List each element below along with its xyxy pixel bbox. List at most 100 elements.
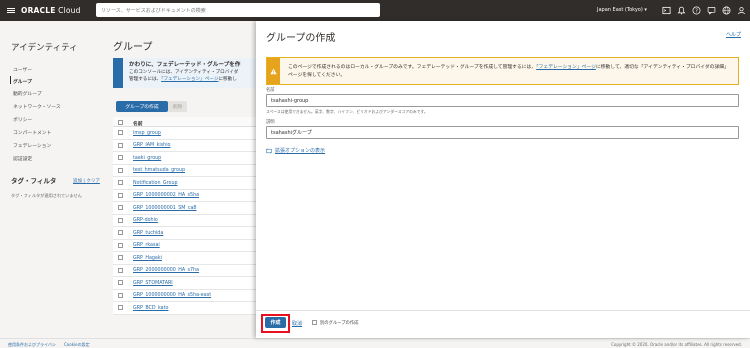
language-globe-icon[interactable] (721, 5, 731, 15)
description-label: 説明 (266, 120, 275, 125)
description-input[interactable]: tsahashiグループ (266, 126, 739, 139)
active-indicator (10, 76, 12, 84)
row-checkbox[interactable] (118, 192, 123, 198)
groups-table: 名前 imsp_group GRP_IAM_kishio taeki_groupte… (113, 117, 256, 315)
create-group-panel: グループの作成 ヘルプ このページで作成されるのはローカル・グループのみです。フ… (256, 21, 750, 338)
table-row: taeki_group (113, 152, 256, 165)
sidebar-item-groups[interactable]: グループ (13, 78, 32, 85)
create-button[interactable]: 作成 (265, 317, 286, 328)
row-checkbox[interactable] (118, 167, 123, 173)
cookie-settings-link[interactable]: Cookieの設定 (64, 342, 90, 348)
column-header-name[interactable]: 名前 (133, 120, 143, 127)
sidebar-item-users[interactable]: ユーザー (13, 66, 32, 73)
search-input[interactable]: リソース、サービスおよびドキュメントの検索 (96, 3, 380, 17)
row-checkbox[interactable] (118, 142, 123, 148)
info-banner-text-2: 管理するには、「フェデレーション」ページに移動し (129, 77, 237, 82)
group-name-link[interactable]: GRP_1000000000_HA_s5ha-east (133, 293, 211, 298)
table-row: GRP_1000000002_HA_s5ha (113, 190, 256, 202)
panel-footer: 作成 取消 別のグループの作成 (256, 310, 750, 338)
row-checkbox[interactable] (118, 255, 123, 260)
group-name-link[interactable]: GRP_2000000000_HA_s7ha (133, 268, 199, 273)
select-all-checkbox[interactable] (118, 119, 123, 125)
row-checkbox[interactable] (118, 292, 123, 298)
tag-filter-actions: 追加 | クリア (73, 179, 100, 184)
oracle-cloud-logo[interactable]: ORACLE Cloud (21, 6, 81, 15)
group-name-link[interactable]: test_hmatsuda_group (133, 168, 185, 173)
advanced-options-link[interactable]: 拡張オプションの表示 (266, 147, 325, 154)
sidebar-item-auth-settings[interactable]: 認証設定 (13, 155, 32, 162)
advanced-options-label: 拡張オプションの表示 (275, 148, 326, 154)
group-name-link[interactable]: GRP_1000000002_HA_s5ha (133, 193, 199, 198)
group-name-link[interactable]: GRP_BCD_kato (133, 306, 168, 311)
group-name-link[interactable]: GRP_rkasai (133, 243, 160, 248)
table-row: GRP_Hagaki (113, 252, 256, 265)
row-checkbox[interactable] (118, 180, 123, 185)
cloud-shell-icon[interactable] (661, 5, 671, 15)
create-group-button[interactable]: グループの作成 (116, 101, 168, 112)
warning-banner: このページで作成されるのはローカル・グループのみです。フェデレーテッド・グループ… (266, 57, 739, 85)
delete-button[interactable]: 削除 (168, 101, 187, 112)
name-label: 名前 (266, 88, 275, 93)
table-row: GRP_IAM_kishio (113, 140, 256, 152)
warning-icon (267, 58, 280, 84)
info-banner-text: このコンソールには、アイデンティティ・プロバイダ (129, 70, 239, 75)
table-row: imsp_group (113, 127, 256, 140)
group-name-link[interactable]: imsp_group (133, 131, 161, 136)
chat-icon[interactable] (706, 5, 716, 15)
name-input[interactable]: tsahashi-group (266, 94, 739, 107)
sidebar-item-compartments[interactable]: コンパートメント (13, 129, 51, 136)
row-checkbox[interactable] (118, 267, 123, 273)
sidebar-item-policies[interactable]: ポリシー (13, 116, 32, 123)
terms-link[interactable]: 使用条件およびプライバシ (8, 342, 56, 348)
group-name-link[interactable]: GRP_STOMATARI (133, 281, 173, 286)
table-row: GRP_STOMATARI (113, 277, 256, 290)
svg-text:?: ? (695, 8, 698, 14)
help-link[interactable]: ヘルプ (726, 31, 741, 38)
table-row: GRP_BCD_kato (113, 302, 256, 315)
table-row: GRP_tuchida (113, 227, 256, 240)
row-checkbox[interactable] (118, 280, 123, 285)
profile-icon[interactable] (736, 5, 746, 15)
table-row: GRP_rkasai (113, 240, 256, 252)
create-another-checkbox[interactable] (312, 319, 317, 325)
region-selector[interactable]: Japan East (Tokyo) ▾ (597, 7, 647, 13)
group-name-link[interactable]: Notification_Group (133, 181, 178, 186)
page-title: グループ (113, 42, 153, 53)
tag-filter-empty-text: タグ・フィルタが適用されていません (11, 193, 82, 198)
table-row: GRP_1000000000_HA_s5ha-east (113, 290, 256, 302)
notification-bell-icon[interactable] (676, 5, 686, 15)
group-name-link[interactable]: GRP_1000000001_SM_ca8 (133, 206, 196, 211)
top-navigation-bar: ORACLE Cloud リソース、サービスおよびドキュメントの検索 Japan… (0, 0, 750, 21)
table-row: Notification_Group (113, 177, 256, 190)
name-help-text: スペースは使用できません。英字、数字、ハイフン、ピリオドおよびアンダースコアのみ… (266, 109, 428, 114)
row-checkbox[interactable] (118, 242, 123, 248)
row-checkbox[interactable] (118, 217, 123, 223)
info-banner: かわりに、フェデレーテッド・グループを作 このコンソールには、アイデンティティ・… (113, 58, 256, 88)
help-icon[interactable]: ? (691, 5, 701, 15)
group-name-link[interactable]: GRP_tuchida (133, 231, 163, 236)
group-name-link[interactable]: GRP_IAM_kishio (133, 143, 171, 148)
sidebar-item-dynamic-groups[interactable]: 動的グループ (13, 90, 42, 97)
table-row: test_hmatsuda_group (113, 165, 256, 177)
federation-link[interactable]: 「フェデレーション」ページ (161, 77, 218, 82)
row-checkbox[interactable] (118, 155, 123, 160)
group-name-link[interactable]: taeki_group (133, 156, 161, 161)
copyright-text: Copyright © 2020, Oracle and/or its affi… (611, 341, 742, 347)
row-checkbox[interactable] (118, 205, 123, 210)
warning-federation-link[interactable]: 「フェデレーション」ページ (536, 65, 596, 70)
cancel-link[interactable]: 取消 (292, 320, 302, 327)
sidebar-item-network-sources[interactable]: ネットワーク・ソース (13, 103, 61, 110)
create-another-label: 別のグループの作成 (320, 321, 359, 326)
tag-filter-clear-link[interactable]: クリア (86, 179, 100, 184)
group-name-link[interactable]: GRP_Hagaki (133, 256, 162, 261)
row-checkbox[interactable] (118, 305, 123, 310)
panel-title: グループの作成 (266, 33, 336, 44)
info-banner-title: かわりに、フェデレーテッド・グループを作 (129, 62, 241, 68)
groups-main: グループ かわりに、フェデレーテッド・グループを作 このコンソールには、アイデン… (106, 21, 256, 338)
row-checkbox[interactable] (118, 130, 123, 135)
tag-filter-add-link[interactable]: 追加 (73, 179, 82, 184)
hamburger-menu-icon[interactable] (7, 7, 15, 14)
group-name-link[interactable]: GRP-dohio (133, 218, 158, 223)
sidebar-item-federation[interactable]: フェデレーション (13, 142, 51, 149)
row-checkbox[interactable] (118, 230, 123, 235)
